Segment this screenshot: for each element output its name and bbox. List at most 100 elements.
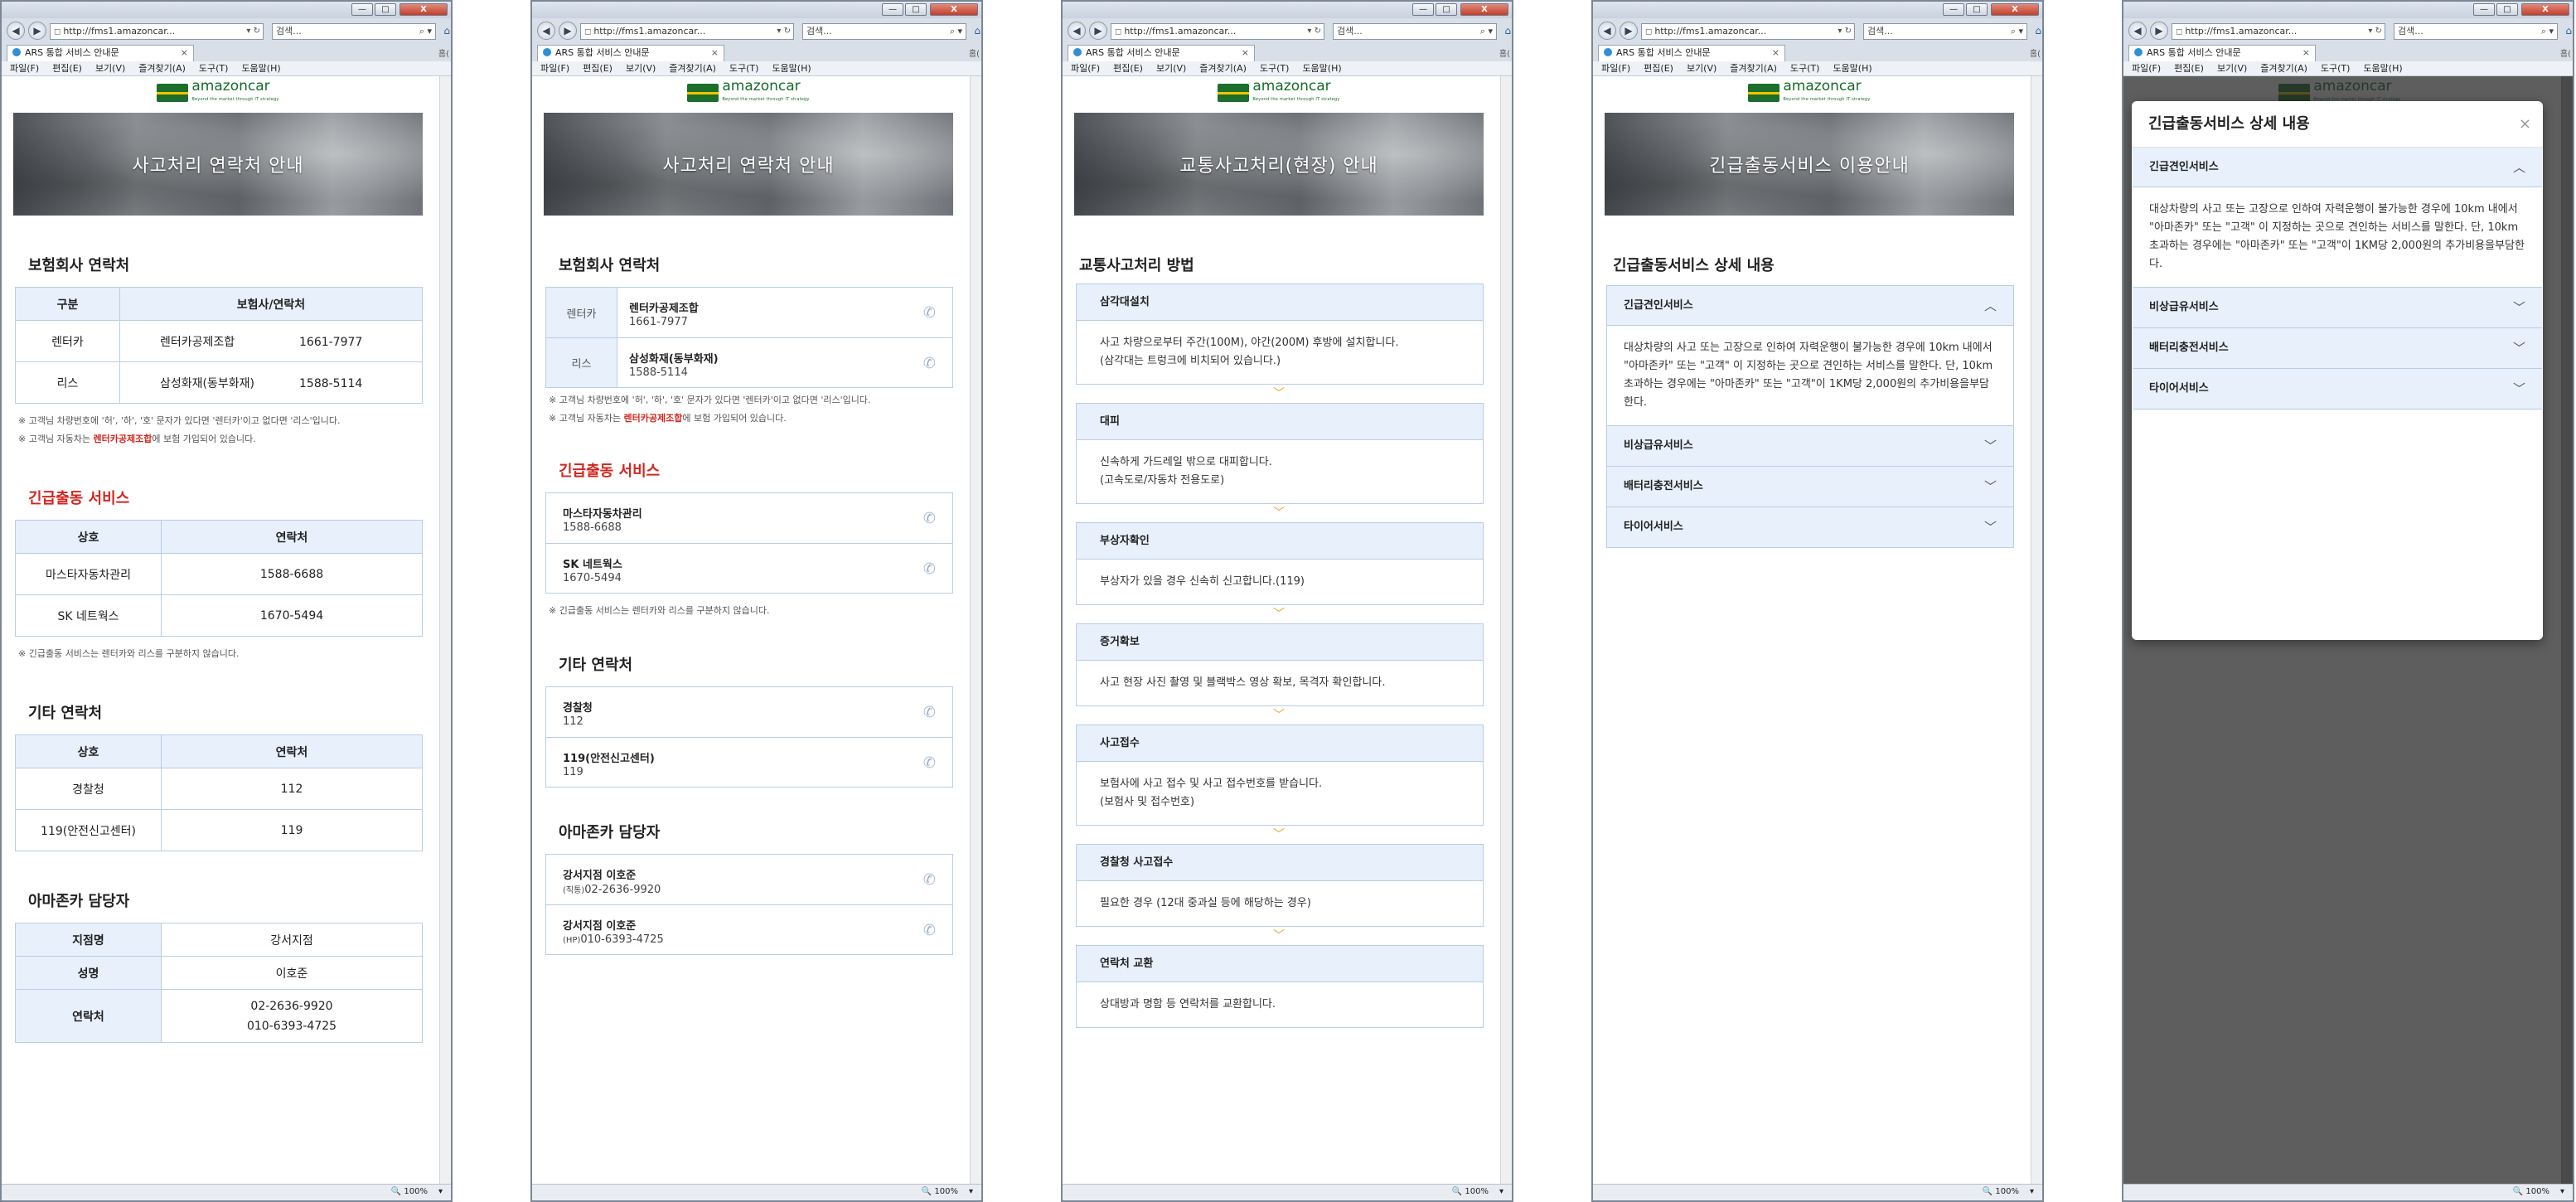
browser-tab[interactable]: ARS 통합 서비스 안내문 ×	[537, 45, 724, 61]
contact-row[interactable]: 리스 삼성화재(동부화재) 1588-5114 ✆	[546, 337, 952, 387]
back-icon[interactable]: ◀	[7, 22, 25, 40]
back-icon[interactable]: ◀	[1598, 22, 1616, 40]
menu-tools[interactable]: 도구(T)	[1260, 63, 1290, 74]
menu-favorites[interactable]: 즐겨찾기(A)	[669, 63, 716, 74]
back-icon[interactable]: ◀	[2128, 22, 2147, 40]
phone-icon[interactable]: ✆	[923, 922, 936, 939]
close-window-button[interactable]: X	[1991, 3, 2039, 16]
menu-help[interactable]: 도움말(H)	[1833, 63, 1871, 74]
menu-file[interactable]: 파일(F)	[540, 63, 569, 74]
home-icon[interactable]: ⌂	[2565, 25, 2572, 36]
refresh-icon[interactable]: ▾ ↻	[777, 24, 791, 39]
maximize-button[interactable]: □	[1436, 3, 1457, 16]
address-bar[interactable]: ◻ http://fms1.amazoncar... ▾ ↻	[1641, 23, 1855, 40]
contact-row[interactable]: 강서지점 이호준 (직통)02-2636-9920 ✆	[546, 855, 952, 904]
menu-edit[interactable]: 편집(E)	[583, 63, 613, 74]
accordion-header[interactable]: 타이어서비스 ﹀	[1607, 507, 2013, 547]
refresh-icon[interactable]: ▾ ↻	[1838, 24, 1852, 39]
search-icon[interactable]: ⌕ ▾	[950, 24, 962, 39]
close-window-button[interactable]: X	[399, 3, 448, 16]
menu-help[interactable]: 도움말(H)	[772, 63, 811, 74]
address-bar[interactable]: ◻ http://fms1.amazoncar... ▾ ↻	[50, 23, 264, 40]
contact-row[interactable]: SK 네트웍스 1670-5494 ✆	[546, 543, 952, 593]
menu-edit[interactable]: 편집(E)	[52, 63, 82, 74]
tab-close-icon[interactable]: ×	[711, 46, 719, 61]
tab-close-icon[interactable]: ×	[181, 46, 188, 61]
menu-help[interactable]: 도움말(H)	[2363, 63, 2402, 74]
accordion-header[interactable]: 긴급견인서비스 ︿	[2133, 148, 2542, 187]
browser-tab[interactable]: ARS 통합 서비스 안내문 ×	[7, 45, 194, 61]
search-icon[interactable]: ⌕ ▾	[1480, 24, 1493, 39]
scrollbar[interactable]	[2561, 76, 2573, 1184]
phone-number[interactable]: 02-2636-9920	[162, 996, 422, 1016]
zoom-dropdown-icon[interactable]: ▾	[2560, 1185, 2564, 1200]
search-input[interactable]: 검색... ⌕ ▾	[2394, 23, 2558, 40]
phone-icon[interactable]: ✆	[923, 355, 936, 372]
address-bar[interactable]: ◻ http://fms1.amazoncar... ▾ ↻	[580, 23, 794, 40]
scrollbar[interactable]	[2031, 76, 2042, 1184]
search-icon[interactable]: ⌕ ▾	[2541, 24, 2554, 39]
browser-tab[interactable]: ARS 통합 서비스 안내문 ×	[1598, 45, 1785, 61]
maximize-button[interactable]: □	[2496, 3, 2518, 16]
forward-icon[interactable]: ▶	[1620, 22, 1638, 40]
forward-icon[interactable]: ▶	[2150, 22, 2168, 40]
contact-row[interactable]: 강서지점 이호준 (HP)010-6393-4725 ✆	[546, 904, 952, 954]
forward-icon[interactable]: ▶	[1089, 22, 1107, 40]
zoom-level[interactable]: 🔍 100%	[391, 1185, 428, 1200]
phone-icon[interactable]: ✆	[923, 560, 936, 578]
refresh-icon[interactable]: ▾ ↻	[1307, 24, 1321, 39]
tab-close-icon[interactable]: ×	[1242, 46, 1249, 61]
search-input[interactable]: 검색... ⌕ ▾	[802, 23, 966, 40]
menu-file[interactable]: 파일(F)	[2132, 63, 2161, 74]
home-icon[interactable]: ⌂	[2035, 25, 2041, 36]
back-icon[interactable]: ◀	[1068, 22, 1086, 40]
phone-cell[interactable]: 1670-5494	[161, 594, 423, 637]
contact-row[interactable]: 렌터카 렌터카공제조합 1661-7977 ✆	[546, 288, 952, 337]
menu-tools[interactable]: 도구(T)	[729, 63, 759, 74]
accordion-header[interactable]: 타이어서비스 ﹀	[2133, 369, 2542, 409]
forward-icon[interactable]: ▶	[28, 22, 46, 40]
menu-file[interactable]: 파일(F)	[1071, 63, 1100, 74]
menu-favorites[interactable]: 즐겨찾기(A)	[1730, 63, 1777, 74]
scrollbar[interactable]	[970, 76, 981, 1184]
accordion-header[interactable]: 배터리충전서비스 ﹀	[1607, 467, 2013, 506]
phone-number[interactable]: 1588-5114	[299, 377, 362, 390]
menu-favorites[interactable]: 즐겨찾기(A)	[138, 63, 186, 74]
zoom-level[interactable]: 🔍 100%	[922, 1185, 958, 1200]
close-window-button[interactable]: X	[1460, 3, 1508, 16]
phone-cell[interactable]: 119	[161, 809, 423, 851]
minimize-button[interactable]: —	[1412, 3, 1434, 16]
menu-file[interactable]: 파일(F)	[1601, 63, 1630, 74]
zoom-level[interactable]: 🔍 100%	[2513, 1185, 2549, 1200]
menu-help[interactable]: 도움말(H)	[1302, 63, 1341, 74]
contact-row[interactable]: 119(안전신고센터) 119 ✆	[546, 737, 952, 787]
close-icon[interactable]: ×	[2519, 101, 2531, 148]
minimize-button[interactable]: —	[351, 3, 373, 16]
phone-cell[interactable]: 1588-6688	[161, 553, 423, 595]
menu-view[interactable]: 보기(V)	[95, 63, 125, 74]
home-icon[interactable]: ⌂	[1504, 25, 1511, 36]
contact-row[interactable]: 마스타자동차관리 1588-6688 ✆	[546, 493, 952, 543]
phone-number[interactable]: 1661-7977	[299, 336, 362, 349]
menu-view[interactable]: 보기(V)	[626, 63, 656, 74]
search-input[interactable]: 검색... ⌕ ▾	[1333, 23, 1497, 40]
zoom-dropdown-icon[interactable]: ▾	[438, 1185, 443, 1200]
forward-icon[interactable]: ▶	[559, 22, 577, 40]
refresh-icon[interactable]: ▾ ↻	[2368, 24, 2382, 39]
phone-number[interactable]: 010-6393-4725	[162, 1016, 422, 1036]
address-bar[interactable]: ◻ http://fms1.amazoncar... ▾ ↻	[2172, 23, 2385, 40]
zoom-level[interactable]: 🔍 100%	[1452, 1185, 1489, 1200]
close-window-button[interactable]: X	[2521, 3, 2569, 16]
phone-icon[interactable]: ✆	[923, 304, 936, 322]
menu-view[interactable]: 보기(V)	[2217, 63, 2247, 74]
search-icon[interactable]: ⌕ ▾	[419, 24, 432, 39]
accordion-header[interactable]: 비상급유서비스 ﹀	[1607, 426, 2013, 466]
browser-tab[interactable]: ARS 통합 서비스 안내문 ×	[2128, 45, 2316, 61]
tab-close-icon[interactable]: ×	[1772, 46, 1779, 61]
minimize-button[interactable]: —	[1943, 3, 1964, 16]
maximize-button[interactable]: □	[905, 3, 927, 16]
menu-favorites[interactable]: 즐겨찾기(A)	[1199, 63, 1247, 74]
search-icon[interactable]: ⌕ ▾	[2011, 24, 2023, 39]
search-input[interactable]: 검색... ⌕ ▾	[1863, 23, 2027, 40]
close-window-button[interactable]: X	[930, 3, 978, 16]
